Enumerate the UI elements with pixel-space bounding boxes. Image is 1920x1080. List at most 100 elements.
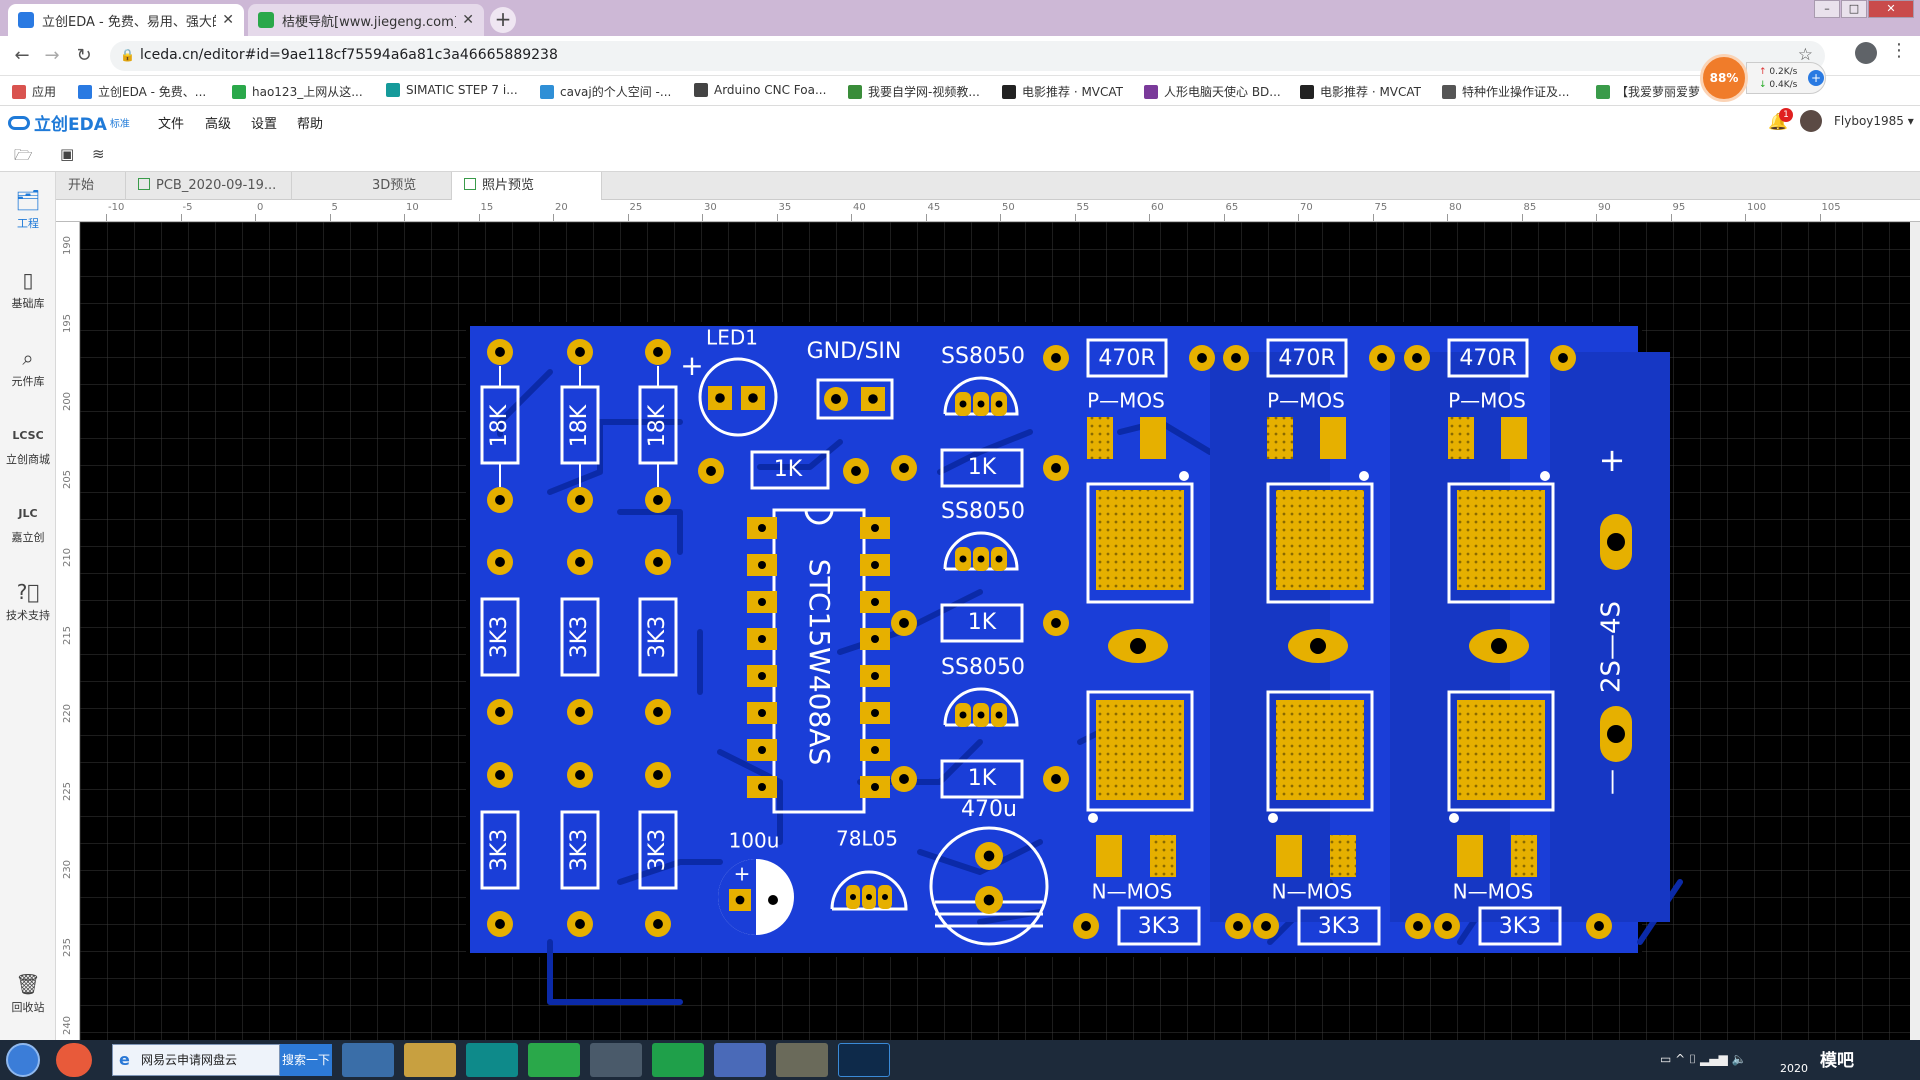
polarity-mark: + <box>680 349 703 382</box>
horizontal-ruler: -10 -5 0 5 10 15 20 25 30 35 40 45 50 55 60 65 70 75 80 85 9… <box>56 200 1920 222</box>
ie-window-button[interactable]: e 网易云申请网盘云 <box>112 1044 280 1076</box>
image-icon[interactable]: ▣ <box>60 145 74 163</box>
drill-hole <box>871 524 879 532</box>
speed-boost-icon[interactable]: + <box>1808 70 1824 86</box>
account-avatar-icon[interactable] <box>1855 42 1877 64</box>
url-field[interactable]: 🔒 lceda.cn/editor#id=9ae118cf75594a6a81c… <box>110 41 1825 71</box>
bookmark-label: 特种作业操作证及... <box>1462 85 1570 99</box>
sidebar-item-components[interactable]: ⌕ 元件库 <box>0 346 56 389</box>
drill-hole <box>1491 638 1507 654</box>
mosfet-label: P—MOS <box>1087 389 1165 413</box>
pin1-marker <box>1359 471 1369 481</box>
maximize-button[interactable]: □ <box>1841 0 1867 18</box>
tab-3d-preview[interactable]: 3D预览 <box>292 172 452 200</box>
bookmark-item[interactable]: 立创EDA - 免费、... <box>78 83 206 100</box>
drill-hole <box>977 711 985 719</box>
pin1-marker <box>1179 471 1189 481</box>
close-icon[interactable]: ✕ <box>222 12 234 28</box>
sidebar-item-basic-lib[interactable]: ▯ 基础库 <box>0 268 56 311</box>
ruler-tick-label: 240 <box>62 1015 74 1036</box>
resistor-value: 1K <box>774 457 803 482</box>
chrome-icon[interactable] <box>590 1043 642 1077</box>
menu-settings[interactable]: 设置 <box>251 113 277 132</box>
bookmark-item[interactable]: 电影推荐 · MVCAT <box>1002 83 1123 100</box>
close-icon[interactable]: ✕ <box>462 12 474 28</box>
reload-icon[interactable]: ↻ <box>72 44 96 68</box>
globe-icon[interactable] <box>342 1043 394 1077</box>
smd-pad <box>1501 417 1527 459</box>
drill-hole <box>1377 353 1387 363</box>
messaging-icon[interactable] <box>652 1043 704 1077</box>
sidebar-item-project[interactable]: 🗂 工程 <box>0 188 56 231</box>
system-tray[interactable]: ▭ ^ ⌷ ▂▄▆ 🔈 <box>1660 1052 1746 1067</box>
forward-arrow-icon[interactable]: → <box>40 44 64 68</box>
regulator-label: 78L05 <box>836 827 898 851</box>
new-tab-button[interactable]: + <box>490 7 516 33</box>
photoshop-icon[interactable] <box>838 1043 890 1077</box>
sidebar-item-trash[interactable]: 🗑 回收站 <box>0 972 56 1015</box>
ruler-tick-label: 0 <box>257 202 264 213</box>
layers-icon[interactable]: ≋ <box>92 145 105 163</box>
search-button[interactable]: 搜索一下 <box>280 1044 332 1076</box>
bookmark-item[interactable]: 特种作业操作证及... <box>1442 83 1569 100</box>
menu-advanced[interactable]: 高级 <box>205 113 231 132</box>
bookmark-item[interactable]: SIMATIC STEP 7 i... <box>386 83 518 97</box>
menu-help[interactable]: 帮助 <box>297 113 323 132</box>
wechat-icon[interactable] <box>528 1043 580 1077</box>
bookmark-item[interactable]: Arduino CNC Foa... <box>694 83 826 97</box>
ruler-tick-label: 205 <box>62 469 74 490</box>
ruler-tick-label: 225 <box>62 781 74 802</box>
bookmark-label: 人形电脑天使心 BD... <box>1164 85 1281 99</box>
menu-file[interactable]: 文件 <box>158 113 184 132</box>
bird-app-icon[interactable] <box>714 1043 766 1077</box>
minimize-button[interactable]: – <box>1814 0 1840 18</box>
start-button[interactable] <box>6 1043 40 1077</box>
bookmark-item[interactable]: hao123_上网从这... <box>232 83 363 100</box>
game-app-icon[interactable] <box>776 1043 828 1077</box>
chip-icon: ▯ <box>22 268 34 292</box>
ruler-tick <box>1298 214 1299 221</box>
resistor-value: 18K <box>487 404 512 447</box>
drill-hole <box>653 707 663 717</box>
bookmark-item[interactable]: 我要自学网-视频教... <box>848 83 980 100</box>
window-close-button[interactable]: ✕ <box>1868 0 1914 18</box>
browser-tab-jiegeng[interactable]: 桔梗导航[www.jiegeng.com]_轻 ✕ <box>248 4 484 36</box>
drill-hole <box>899 463 909 473</box>
lcsc-icon: LCSC <box>12 429 44 442</box>
sidebar-item-support[interactable]: ?⃝ 技术支持 <box>0 580 56 623</box>
drill-hole <box>995 400 1003 408</box>
back-arrow-icon[interactable]: ← <box>10 44 34 68</box>
lock-icon: 🔒 <box>120 48 135 62</box>
drill-hole <box>758 598 766 606</box>
bookmark-label: cavaj的个人空间 -... <box>560 85 672 99</box>
bookmark-item[interactable]: 【我爱萝丽爱萝 <box>1596 83 1700 100</box>
mosfet-label: N—MOS <box>1272 880 1353 904</box>
network-speed-widget[interactable]: ↑ 0.2K/s ↓ 0.4K/s + 88% <box>1700 54 1830 104</box>
bookmark-item[interactable]: 人形电脑天使心 BD... <box>1144 83 1281 100</box>
user-avatar[interactable] <box>1800 110 1822 132</box>
ruler-tick <box>1745 214 1746 221</box>
open-folder-icon[interactable]: 🗁 <box>14 145 33 170</box>
pcb-canvas[interactable]: 18K 3K3 3K3 18K 3K3 3K3 18K 3K3 3K3 LED1 + GND/SIN 1… <box>80 222 1910 1040</box>
tab-pcb[interactable]: PCB_2020-09-19... <box>126 172 292 200</box>
bookmark-item[interactable]: 电影推荐 · MVCAT <box>1300 83 1421 100</box>
arduino-icon[interactable] <box>466 1043 518 1077</box>
tab-photo-preview[interactable]: 照片预览 <box>452 172 602 200</box>
tab-start[interactable]: 开始 <box>56 172 126 200</box>
app-logo[interactable]: 立创EDA 标准 <box>8 110 130 135</box>
browser-tab-lceda[interactable]: 立创EDA - 免费、易用、强大的 ✕ <box>8 4 244 36</box>
sidebar-item-jlc[interactable]: JLC 嘉立创 <box>0 502 56 545</box>
bookmark-apps[interactable]: 应用 <box>12 83 56 100</box>
mosfet-tab-pad <box>1457 700 1545 800</box>
browser-menu-icon[interactable]: ⋮ <box>1890 40 1908 61</box>
browser-tab-strip: 立创EDA - 免费、易用、强大的 ✕ 桔梗导航[www.jiegeng.com… <box>0 0 1920 36</box>
canvas-scrollbar[interactable] <box>1910 222 1920 1040</box>
drill-hole <box>575 495 585 505</box>
ruler-tick <box>1670 214 1672 221</box>
explorer-icon[interactable] <box>404 1043 456 1077</box>
sidebar-item-lcsc[interactable]: LCSC 立创商城 <box>0 424 56 467</box>
ruler-tick <box>1447 214 1448 221</box>
app-360-icon[interactable] <box>56 1043 92 1077</box>
bookmark-item[interactable]: cavaj的个人空间 -... <box>540 83 671 100</box>
user-name[interactable]: Flyboy1985 ▾ <box>1834 114 1914 128</box>
